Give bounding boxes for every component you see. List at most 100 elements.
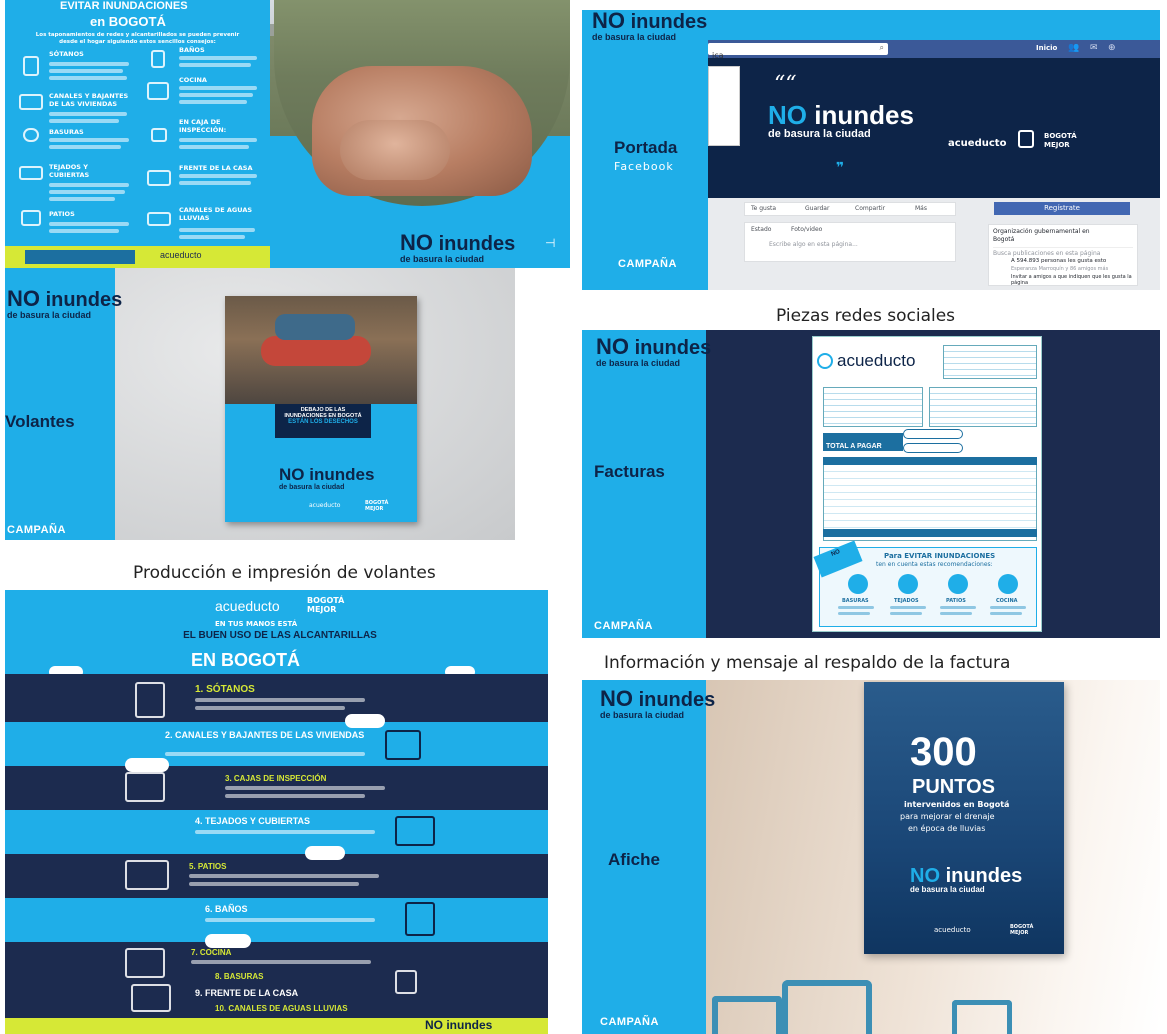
flood-people [275, 314, 355, 340]
kitchen-step-icon [125, 948, 165, 978]
house-front-icon [147, 170, 171, 186]
cloud-5 [305, 846, 345, 860]
facebook-screen: ica ⌕ Inicio 👥 ✉ ⊕ ““ NO inundes de basu… [708, 40, 1160, 290]
fb-cover: ““ NO inundes de basura la ciudad ❞ acue… [708, 58, 1160, 198]
cloud-4 [125, 758, 169, 772]
tab-share[interactable]: Compartir [855, 205, 885, 212]
step-3: 3. CAJAS DE INSPECCIÓN [225, 774, 327, 783]
afiche-number: 300 [910, 730, 977, 774]
fb-messages-icon[interactable]: ✉ [1090, 43, 1098, 53]
flyer-panel-logo: NO inundes de basura la ciudad [7, 286, 123, 320]
cover-logo: NO inundes de basura la ciudad [768, 100, 914, 140]
bill-table-head [823, 457, 1037, 465]
flyer-bogota: BOGOTÁ MEJOR [365, 500, 389, 512]
poster-footer-dark [25, 250, 135, 264]
acueducto-logo: acueducto [160, 250, 202, 260]
flood-boat [261, 336, 371, 366]
facebook-panel: NO inundes de basura la ciudad Portada F… [582, 10, 1160, 290]
item-sotanos: SÓTANOS [49, 50, 84, 58]
info-header3: EN BOGOTÁ [191, 650, 301, 670]
post-status[interactable]: Estado [751, 226, 771, 233]
item-cocina: COCINA [179, 76, 207, 84]
search-posts[interactable]: Busca publicaciones en esta página [993, 247, 1133, 257]
info-acueducto: acueducto [215, 598, 280, 614]
back-icon-patios [948, 574, 968, 594]
kitchen-icon [147, 82, 169, 100]
afiche-line3: en época de lluvias [908, 824, 986, 833]
step-5: 5. PATIOS [189, 862, 227, 871]
back-icon-tejados [898, 574, 918, 594]
bill-header-lines [943, 345, 1037, 379]
cover-quote-mark: ““ [774, 72, 797, 97]
info-header1: EN TUS MANOS ESTÁ [215, 620, 298, 628]
housefront-step-icon [131, 984, 171, 1012]
roof-step-icon [395, 816, 435, 846]
fb-post-box: Estado Foto/video Escribe algo en esta p… [744, 222, 956, 262]
bill-back-badge: NO [813, 540, 863, 578]
bill-back-section: NO Para EVITAR INUNDACIONES ten en cuent… [813, 540, 1037, 627]
bill-block-2 [929, 387, 1037, 427]
flyer-dark-box: DEBAJO DE LAS INUNDACIONES EN BOGOTÁ EST… [275, 404, 371, 438]
step-1: 1. SÓTANOS [195, 684, 255, 695]
tab-save[interactable]: Guardar [805, 205, 829, 212]
panel-label-volantes: Volantes [5, 412, 75, 431]
bill-paper: acueducto TOTAL A PAGAR NO Para EVITAR I… [812, 336, 1042, 632]
toilet-icon [151, 50, 165, 68]
poster-evitar-inundaciones: EVITAR INUNDACIONES en BOGOTÁ Los tapona… [5, 0, 270, 268]
no-inundes-logo: NO inundes de basura la ciudad [400, 230, 516, 264]
info-bogota: BOGOTÁ MEJOR [307, 596, 345, 614]
bill-sidebar [582, 330, 706, 638]
patio-step-icon [125, 860, 169, 890]
fb-tabbar: Te gusta Guardar Compartir Más [744, 202, 956, 216]
afiche-bogota: BOGOTÁ MEJOR [1010, 924, 1034, 936]
item-basuras: BASURAS [49, 128, 84, 136]
bill-total: TOTAL A PAGAR [823, 433, 903, 451]
flyer-acueducto: acueducto [309, 502, 341, 509]
building-step-icon [135, 682, 165, 718]
flyer-card: DEBAJO DE LAS INUNDACIONES EN BOGOTÁ EST… [225, 296, 417, 522]
caption-social: Piezas redes sociales [776, 306, 956, 326]
bill-block-1 [823, 387, 923, 427]
afiche-logo: NO inundes de basura la ciudad [910, 865, 1023, 894]
fb-friends-icon[interactable]: 👥 [1068, 43, 1079, 53]
step-7: 7. COCINA [191, 948, 232, 957]
band-2 [5, 722, 548, 766]
bill-back-title1: Para EVITAR INUNDACIONES [884, 552, 996, 560]
item-canales: CANALES Y BAJANTES DE LAS VIVIENDAS [49, 92, 129, 108]
item-tejados: TEJADOS Y CUBIERTAS [49, 163, 90, 179]
about-likes: A 594.893 personas les gusta esto [1011, 258, 1107, 264]
afiche-line2: para mejorar el drenaje [900, 812, 995, 821]
bill-footer-bar [823, 529, 1037, 537]
cloud-6 [205, 934, 251, 948]
campaign-label: CAMPAÑA [618, 258, 677, 270]
register-button[interactable]: Regístrate [994, 202, 1130, 215]
tab-more[interactable]: Más [915, 205, 927, 212]
cover-shield-icon [1018, 130, 1034, 148]
bill-logo-icon [817, 353, 833, 369]
step-6: 6. BAÑOS [205, 904, 248, 914]
cover-bogota-logo: BOGOTÁ MEJOR [1044, 132, 1077, 149]
sofa-cushion [340, 120, 450, 180]
bill-oval-2 [903, 443, 963, 453]
afiche-card: 300 PUNTOS intervenidos en Bogotá para m… [864, 682, 1064, 954]
cover-acueducto-logo: acueducto [948, 138, 1007, 149]
bill-back-title2: ten en cuenta estas recomendaciones: [876, 561, 993, 568]
poster-subtitle: en BOGOTÁ [90, 14, 166, 29]
tab-like[interactable]: Te gusta [751, 205, 776, 212]
fb-globe-icon[interactable]: ⊕ [1108, 43, 1116, 53]
post-photo-video[interactable]: Foto/video [791, 226, 822, 233]
cover-close-quote: ❞ [836, 160, 845, 176]
building-icon [23, 56, 39, 76]
back-icon-basuras [848, 574, 868, 594]
fb-search[interactable]: ica ⌕ [708, 43, 888, 60]
inspection-step-icon [125, 772, 165, 802]
bill-panel-logo: NO inundes de basura la ciudad [596, 334, 712, 368]
afiche-acueducto: acueducto [934, 926, 971, 934]
bill-acueducto-logo: acueducto [837, 351, 916, 370]
flyer-panel: NO inundes de basura la ciudad Volantes … [5, 268, 515, 540]
post-input[interactable]: Escribe algo en esta página... [769, 241, 858, 248]
fb-nav-home[interactable]: Inicio [1036, 44, 1057, 52]
panel-label-afiche: Afiche [608, 850, 660, 869]
about-invite[interactable]: Invitar a amigos a que indiquen que les … [1011, 274, 1135, 286]
about-org: Organización gubernamental en Bogotá [993, 228, 1090, 243]
